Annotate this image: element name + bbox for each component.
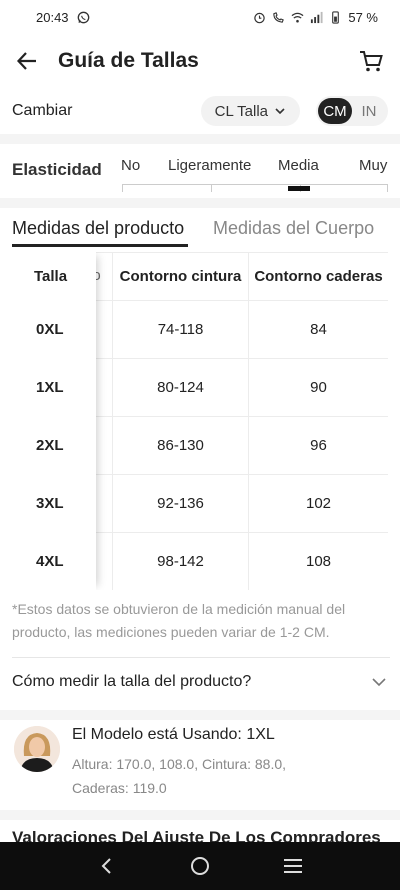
alarm-icon bbox=[254, 12, 266, 23]
elasticity-tick bbox=[211, 184, 212, 192]
tab-product-measurements[interactable]: Medidas del producto bbox=[12, 218, 184, 239]
cart-icon[interactable] bbox=[358, 48, 384, 74]
model-size-title: El Modelo está Usando: 1XL bbox=[72, 726, 275, 743]
model-measurements: Altura: 170.0, 108.0, Cintura: 88.0, Cad… bbox=[72, 752, 372, 800]
how-to-measure-label: Cómo medir la talla del producto? bbox=[12, 673, 252, 690]
table-cell-waist: 74-118 bbox=[112, 300, 249, 359]
status-bar: 20:43 57 % bbox=[0, 0, 400, 34]
unit-toggle[interactable]: CM IN bbox=[316, 96, 388, 126]
table-cell-waist: 98-142 bbox=[112, 532, 249, 590]
section-separator bbox=[0, 810, 400, 820]
section-separator bbox=[0, 134, 400, 144]
section-separator bbox=[0, 710, 400, 720]
table-cell-hips: 96 bbox=[248, 416, 388, 475]
battery-icon bbox=[332, 10, 340, 24]
size-system-dropdown[interactable]: CL Talla bbox=[200, 96, 300, 126]
size-system-value: CL Talla bbox=[214, 102, 268, 120]
model-avatar bbox=[14, 726, 60, 772]
model-info: El Modelo está Usando: 1XL Altura: 170.0… bbox=[0, 722, 400, 808]
table-cell-hips: 84 bbox=[248, 300, 388, 359]
nav-recents-icon[interactable] bbox=[279, 852, 307, 880]
table-cell-hips: 90 bbox=[248, 358, 388, 417]
table-header-waist: Contorno cintura bbox=[112, 252, 249, 301]
how-to-measure-row[interactable]: Cómo medir la talla del producto? bbox=[0, 660, 400, 704]
table-cell-size: 0XL bbox=[36, 320, 64, 338]
chevron-down-icon bbox=[275, 108, 285, 115]
table-cell-waist: 92-136 bbox=[112, 474, 249, 533]
elasticity-row: Elasticidad No Ligeramente Media Muy bbox=[0, 146, 400, 198]
nav-home-icon[interactable] bbox=[186, 852, 214, 880]
table-cell-hips: 102 bbox=[248, 474, 388, 533]
model-details-line: Caderas: 119.0 bbox=[72, 780, 167, 796]
measurement-tabs: Medidas del producto Medidas del Cuerpo bbox=[0, 206, 400, 250]
whatsapp-icon bbox=[77, 11, 89, 23]
signal-icon bbox=[311, 11, 323, 23]
back-arrow-icon[interactable] bbox=[14, 48, 40, 74]
elasticity-option-medium: Media bbox=[278, 157, 319, 174]
table-cell-hips: 108 bbox=[248, 532, 388, 590]
status-time: 20:43 bbox=[36, 9, 69, 25]
table-cell-size: 1XL bbox=[36, 378, 64, 396]
table-header-size: Talla bbox=[34, 267, 68, 285]
change-unit-label: Cambiar bbox=[12, 102, 73, 119]
unit-option-in[interactable]: IN bbox=[352, 98, 386, 124]
elasticity-selected-marker bbox=[288, 186, 310, 191]
wifi-icon bbox=[291, 12, 304, 23]
app-header: Guía de Tallas bbox=[0, 34, 400, 88]
tab-body-measurements[interactable]: Medidas del Cuerpo bbox=[213, 218, 374, 239]
table-cell-waist: 80-124 bbox=[112, 358, 249, 417]
active-tab-indicator bbox=[12, 244, 188, 247]
table-cell-waist: 86-130 bbox=[112, 416, 249, 475]
battery-percent: 57 % bbox=[348, 9, 378, 25]
measurement-note: *Estos datos se obtuvieron de la medició… bbox=[12, 601, 346, 640]
nav-back-icon[interactable] bbox=[93, 852, 121, 880]
sticky-size-column: Talla 0XL 1XL 2XL 3XL 4XL bbox=[12, 252, 96, 590]
elasticity-option-very: Muy bbox=[359, 157, 388, 174]
unit-switch-row: Cambiar CL Talla CM IN bbox=[0, 90, 400, 132]
page-title: Guía de Tallas bbox=[58, 49, 199, 72]
chevron-down-icon bbox=[372, 678, 386, 687]
table-cell-size: 3XL bbox=[36, 494, 64, 512]
divider bbox=[12, 657, 390, 658]
elasticity-scale bbox=[122, 184, 388, 192]
system-nav-bar bbox=[0, 842, 400, 890]
elasticity-option-slight: Ligeramente bbox=[168, 157, 252, 174]
table-cell-size: 2XL bbox=[36, 436, 64, 454]
table-cell-size: 4XL bbox=[36, 552, 64, 570]
model-details-line: Altura: 170.0, 108.0, Cintura: 88.0, bbox=[72, 756, 287, 772]
elasticity-option-no: No bbox=[121, 157, 141, 174]
elasticity-label: Elasticidad bbox=[12, 160, 102, 179]
size-table-container[interactable]: Contorno cintura Contorno caderas 74-118… bbox=[12, 252, 388, 590]
table-header-hips: Contorno caderas bbox=[248, 252, 388, 301]
call-icon bbox=[273, 11, 285, 23]
unit-option-cm[interactable]: CM bbox=[318, 98, 352, 124]
